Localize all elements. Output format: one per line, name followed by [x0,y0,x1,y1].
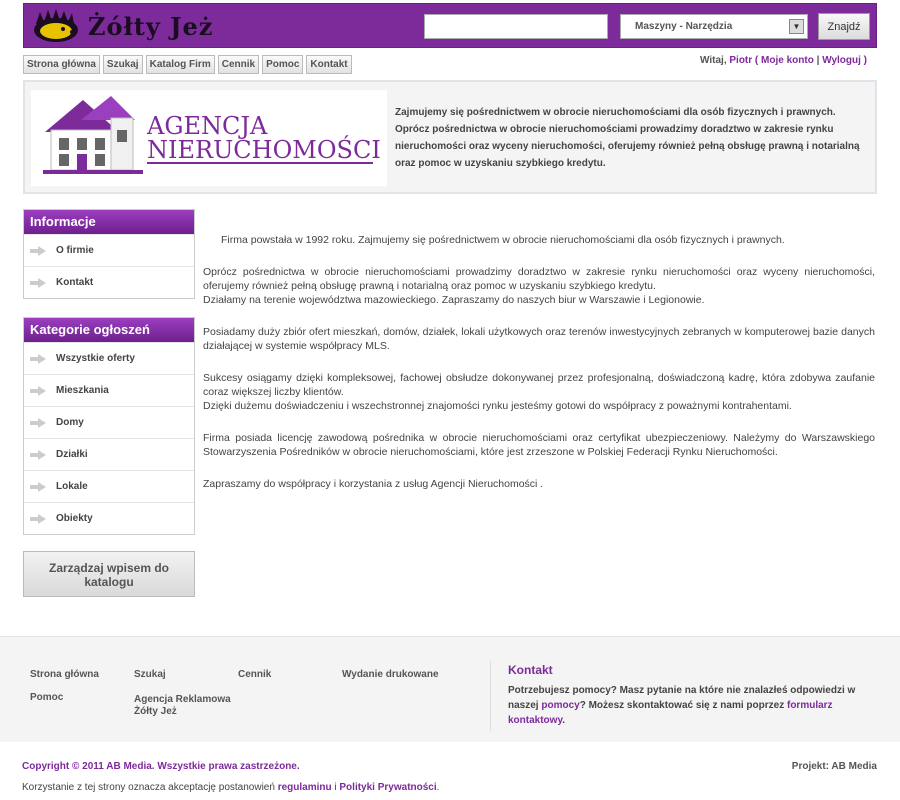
nav-item-search[interactable]: Szukaj [102,55,143,74]
categories-box: Kategorie ogłoszeń Wszystkie oferty Mies… [23,317,195,535]
sidebar-item-about[interactable]: O firmie [24,234,194,266]
content-paragraph: Zapraszamy do współpracy i korzystania z… [203,478,544,490]
content-paragraph: Firma posiada licencję zawodową pośredni… [203,432,875,458]
site-footer: Strona główna Szukaj Cennik Wydanie druk… [0,636,900,742]
footer-link-home[interactable]: Strona główna [30,669,99,681]
find-button[interactable]: Znajdź [818,13,870,40]
footer-link-print[interactable]: Wydanie drukowane [342,669,439,681]
terms-text: Korzystanie z tej strony oznacza akcepta… [22,782,278,793]
content-paragraph: Firma powstała w 1992 roku. Zajmujemy si… [221,234,785,246]
nav-item-pricing[interactable]: Cennik [217,55,260,74]
copyright-text: Copyright © 2011 AB Media. Wszystkie pra… [22,761,300,772]
sidebar-item-label: Działki [56,449,88,460]
arrow-right-icon [30,449,46,460]
sidebar-item-label: O firmie [56,245,94,256]
arrow-right-icon [30,277,46,288]
main-nav: Strona główna Szukaj Katalog Firm Cennik… [23,55,352,74]
company-banner: AGENCJA NIERUCHOMOŚCI Zajmujemy się pośr… [23,80,877,194]
sidebar-item-label: Lokale [56,481,88,492]
manage-entry-button[interactable]: Zarządzaj wpisem do katalogu [23,551,195,597]
sidebar-item-label: Kontakt [56,277,94,288]
sidebar-item-label: Obiekty [56,513,93,524]
house-logo-icon: AGENCJA NIERUCHOMOŚCI [43,96,381,174]
content-text: Oprócz pośrednictwa w obrocie nieruchomo… [203,266,875,292]
logo-text: Żółty Jeż [88,11,214,41]
footer-divider [490,661,491,731]
info-box-title: Informacje [24,210,194,234]
separator: | [813,55,823,66]
arrow-right-icon [30,353,46,364]
info-box: Informacje O firmie Kontakt [23,209,195,299]
content-text: Działamy na terenie województwa mazowiec… [203,294,705,306]
category-select[interactable]: Maszyny - Narzędzia ▼ [620,14,808,39]
company-logo: AGENCJA NIERUCHOMOŚCI [31,90,387,186]
project-credit: Projekt: AB Media [791,761,877,772]
greeting-text: Witaj, [700,55,727,66]
footer-agency-line2: Żółty Jeż [134,706,177,717]
nav-item-contact[interactable]: Kontakt [306,55,352,74]
my-account-link[interactable]: Moje konto [761,55,814,66]
arrow-right-icon [30,417,46,428]
sidebar-item-all-offers[interactable]: Wszystkie oferty [24,342,194,374]
chevron-down-icon[interactable]: ▼ [789,19,804,34]
content-text: Dzięki dużemu doświadczeniu i wszechstro… [203,400,792,412]
footer-contact-title: Kontakt [508,663,553,677]
sidebar-item-premises[interactable]: Lokale [24,470,194,502]
sidebar-item-plots[interactable]: Działki [24,438,194,470]
user-bar: Witaj, Piotr ( Moje konto | Wyloguj ) [700,55,867,66]
site-header: Żółty Jeż Maszyny - Narzędzia ▼ Znajdź [23,3,877,48]
category-selected-value: Maszyny - Narzędzia [635,21,733,32]
sidebar-item-objects[interactable]: Obiekty [24,502,194,534]
sidebar-item-label: Wszystkie oferty [56,353,135,364]
footer-link-pricing[interactable]: Cennik [238,669,271,681]
sidebar-item-label: Mieszkania [56,385,109,396]
terms-link[interactable]: regulaminu [278,782,332,793]
privacy-link[interactable]: Polityki Prywatności [339,782,436,793]
arrow-right-icon [30,385,46,396]
content-paragraph: Sukcesy osiągamy dzięki kompleksowej, fa… [203,371,875,413]
nav-item-home[interactable]: Strona główna [23,55,100,74]
content-paragraph: Oprócz pośrednictwa w obrocie nieruchomo… [203,265,875,307]
search-input[interactable] [424,14,608,39]
help-link[interactable]: pomocy [541,700,579,711]
footer-agency-line1: Agencja Reklamowa [134,694,231,705]
arrow-right-icon [30,513,46,524]
contact-text: ? Możesz skontaktować się z nami poprzez [579,700,787,711]
paren-close: ) [860,55,867,66]
company-description: Firma powstała w 1992 roku. Zajmujemy si… [203,233,875,509]
sidebar-item-apartments[interactable]: Mieszkania [24,374,194,406]
sidebar-item-contact[interactable]: Kontakt [24,266,194,298]
site-logo[interactable]: Żółty Jeż [30,6,213,46]
banner-logo-line2: NIERUCHOMOŚCI [147,135,381,164]
footer-contact-text: Potrzebujesz pomocy? Masz pytanie na któ… [508,683,878,728]
arrow-right-icon [30,481,46,492]
sidebar-item-houses[interactable]: Domy [24,406,194,438]
hedgehog-logo-icon [34,9,78,42]
terms-notice: Korzystanie z tej strony oznacza akcepta… [22,782,439,793]
footer-link-agency[interactable]: Agencja Reklamowa Żółty Jeż [134,694,231,718]
contact-text: . [562,715,566,726]
nav-item-catalog[interactable]: Katalog Firm [145,55,215,74]
content-text: Sukcesy osiągamy dzięki kompleksowej, fa… [203,372,875,398]
terms-text: . [436,782,440,793]
logout-link[interactable]: Wyloguj [822,55,861,66]
footer-link-help[interactable]: Pomoc [30,692,63,704]
footer-link-search[interactable]: Szukaj [134,669,166,681]
sidebar-item-label: Domy [56,417,84,428]
content-paragraph: Posiadamy duży zbiór ofert mieszkań, dom… [203,326,875,352]
paren-open: ( [752,55,762,66]
arrow-right-icon [30,245,46,256]
user-name-link[interactable]: Piotr [729,55,752,66]
nav-item-help[interactable]: Pomoc [262,55,304,74]
categories-box-title: Kategorie ogłoszeń [24,318,194,342]
banner-description: Zajmujemy się pośrednictwem w obrocie ni… [395,107,860,169]
